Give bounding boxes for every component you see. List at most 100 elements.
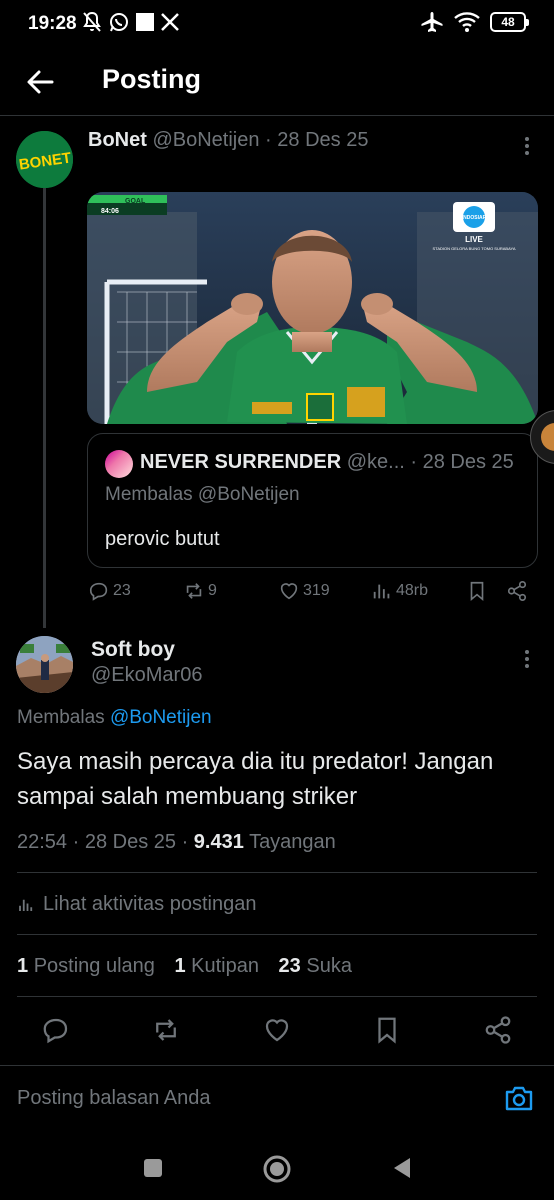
author-name[interactable]: NEVER SURRENDER — [140, 451, 341, 473]
avatar[interactable] — [105, 450, 133, 478]
battery-indicator: 48 — [490, 12, 529, 32]
more-options-button[interactable] — [517, 647, 537, 671]
repost-count: 9 — [208, 582, 217, 599]
quotes-stat[interactable]: 1 Kutipan — [174, 955, 259, 977]
circle-home-icon — [263, 1155, 291, 1183]
reply-button[interactable] — [41, 1015, 71, 1045]
reply-input[interactable]: Posting balasan Anda — [17, 1087, 211, 1110]
like-count: 319 — [303, 582, 330, 599]
author-name[interactable]: BoNet — [88, 129, 147, 151]
whatsapp-icon — [110, 13, 128, 32]
status-system-icons: 48 — [420, 11, 529, 33]
more-vertical-icon — [525, 650, 529, 668]
quoted-reply-card[interactable]: NEVER SURRENDER @ke... · 28 Des 25 Memba… — [87, 433, 538, 568]
svg-text:STADION GELORA BUNG TOMO SURAB: STADION GELORA BUNG TOMO SURABAYA — [433, 246, 516, 251]
author-name[interactable]: Soft boy — [91, 638, 175, 662]
back-nav-button[interactable] — [388, 1154, 416, 1182]
more-options-button[interactable] — [517, 134, 537, 158]
quoted-post-header: NEVER SURRENDER @ke... · 28 Des 25 — [140, 451, 525, 474]
bonet-logo-icon: BONET — [16, 131, 73, 188]
thread-connector-line — [43, 188, 46, 628]
share-icon — [507, 581, 527, 601]
heart-icon — [280, 583, 298, 600]
post-time: 22:54 — [17, 831, 68, 853]
like-button[interactable]: 319 — [278, 580, 330, 602]
views-bars-icon — [373, 584, 390, 599]
likes-stat[interactable]: 23 Suka — [279, 955, 352, 977]
views-count: 48rb — [396, 582, 429, 599]
svg-text:INDOSIAR: INDOSIAR — [462, 215, 487, 221]
views-label: Tayangan — [249, 831, 336, 853]
author-handle[interactable]: @ke... — [347, 451, 405, 473]
camera-button[interactable] — [504, 1084, 534, 1112]
parent-post-header: BoNet @BoNetijen · 28 Des 25 — [88, 129, 368, 152]
home-button[interactable] — [262, 1154, 291, 1183]
parent-post-actions: 23 9 319 48rb — [88, 580, 538, 610]
svg-text:84:06: 84:06 — [101, 208, 119, 215]
airplane-icon — [421, 12, 443, 32]
replying-to-text: Membalas @BoNetijen — [105, 484, 300, 505]
svg-text:LIVE: LIVE — [465, 235, 483, 244]
divider — [17, 934, 537, 935]
recents-button[interactable] — [139, 1154, 167, 1182]
like-button[interactable] — [262, 1015, 292, 1045]
divider — [17, 872, 537, 873]
avatar[interactable] — [16, 636, 73, 693]
bookmark-button[interactable] — [372, 1015, 402, 1045]
reply-icon — [43, 1018, 68, 1044]
author-handle[interactable]: @EkoMar06 — [91, 664, 202, 687]
repost-button[interactable] — [151, 1015, 181, 1045]
views-bars-icon — [19, 899, 33, 911]
reply-icon — [89, 582, 108, 601]
reply-button[interactable]: 23 — [88, 580, 131, 602]
quoted-post-text: perovic butut — [105, 528, 220, 550]
replying-prefix: Membalas — [17, 707, 105, 728]
arrow-left-icon — [27, 70, 54, 94]
reply-count: 23 — [113, 582, 131, 599]
views-count: 9.431 — [193, 831, 244, 853]
status-notification-icons — [82, 11, 180, 33]
main-post-actions — [0, 1015, 554, 1051]
x-logo-icon — [161, 13, 179, 31]
replying-to-text: Membalas @BoNetijen — [17, 707, 212, 729]
replying-to-link[interactable]: @BoNetijen — [110, 707, 212, 728]
avatar[interactable]: BONET — [16, 131, 73, 188]
bell-off-icon — [83, 11, 101, 32]
bookmark-icon — [378, 1017, 396, 1044]
author-handle[interactable]: @BoNetijen — [152, 129, 259, 151]
more-vertical-icon — [525, 137, 529, 155]
repost-icon — [186, 583, 202, 599]
repost-icon — [156, 1019, 176, 1041]
bookmark-button[interactable] — [466, 580, 488, 602]
view-activity-link[interactable]: Lihat aktivitas postingan — [17, 893, 256, 916]
back-button[interactable] — [22, 64, 58, 100]
svg-text:GOAL: GOAL — [125, 198, 146, 205]
share-icon — [485, 1016, 511, 1044]
divider — [17, 996, 537, 997]
post-date: · 28 Des 25 — [410, 451, 514, 473]
reposts-stat[interactable]: 1 Posting ulang — [17, 955, 155, 977]
share-button[interactable] — [483, 1015, 513, 1045]
triangle-back-icon — [394, 1158, 410, 1178]
post-stats: 1 Posting ulang 1 Kutipan 23 Suka — [17, 955, 366, 978]
status-time: 19:28 — [28, 13, 77, 34]
system-nav-bar — [0, 1140, 554, 1200]
view-activity-label: Lihat aktivitas postingan — [43, 893, 257, 915]
bookmark-icon — [470, 581, 484, 602]
wifi-icon — [454, 12, 480, 32]
heart-icon — [265, 1019, 289, 1042]
square-icon — [144, 1159, 162, 1177]
share-button[interactable] — [506, 580, 528, 602]
reply-composer: Posting balasan Anda — [0, 1065, 554, 1127]
football-player-photo: GOAL 84:06 INDOSIAR LIVE STADION GELORA … — [87, 192, 538, 424]
post-media-image[interactable]: GOAL 84:06 INDOSIAR LIVE STADION GELORA … — [87, 192, 538, 424]
views-button[interactable]: 48rb — [371, 580, 428, 602]
app-header: Posting — [0, 48, 554, 116]
post-date: · 28 Des 25 — [265, 129, 369, 151]
post-date: · 28 Des 25 · — [72, 831, 189, 853]
post-meta: 22:54 · 28 Des 25 · 9.431 Tayangan — [17, 831, 336, 854]
repost-button[interactable]: 9 — [183, 580, 217, 602]
user-photo — [16, 636, 73, 693]
post-text: Saya masih percaya dia itu predator! Jan… — [17, 748, 494, 810]
status-bar: 19:28 48 — [0, 0, 554, 48]
